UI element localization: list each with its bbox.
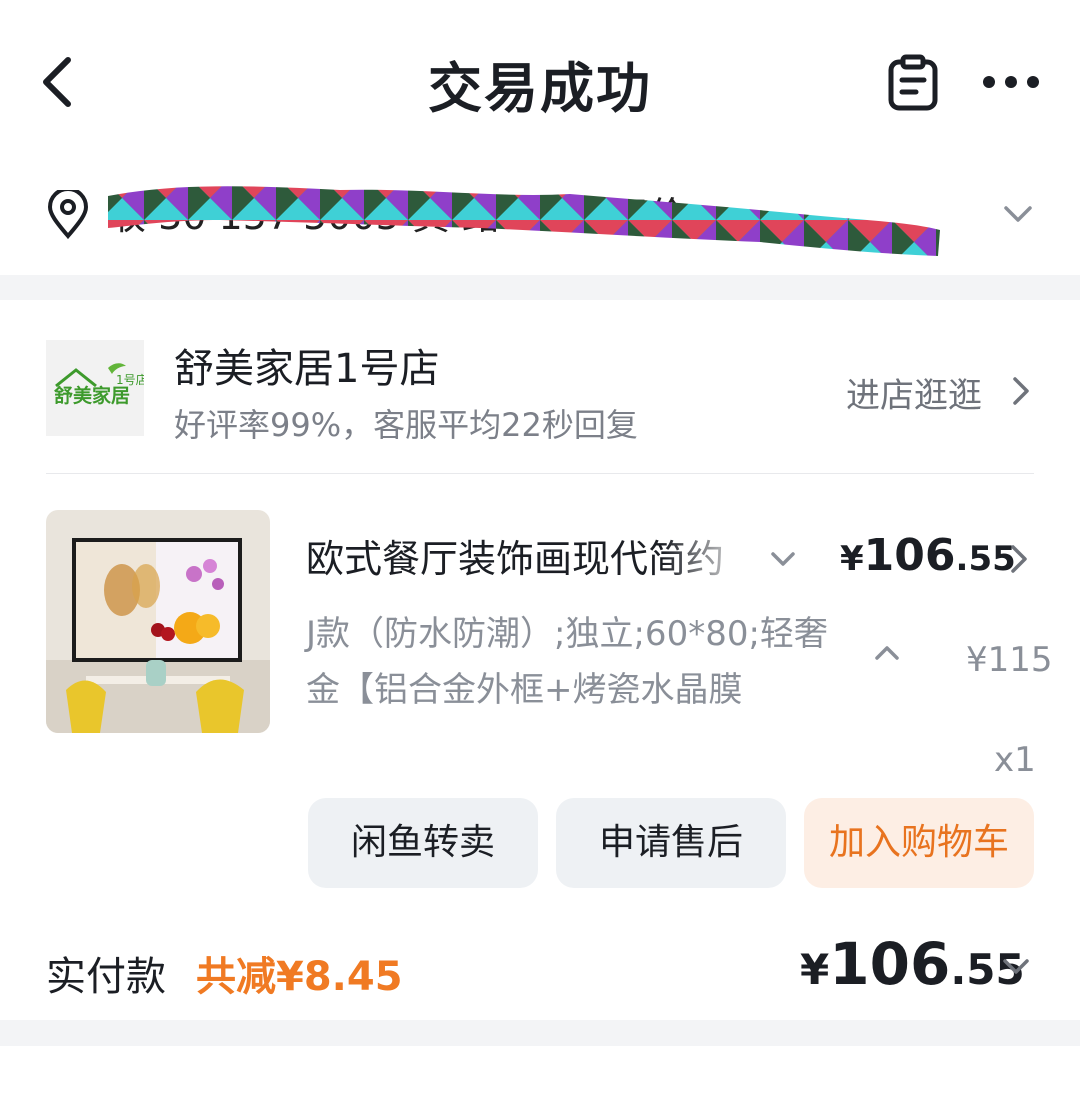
more-dots-icon[interactable] (980, 62, 1042, 102)
product-title[interactable]: 欧式餐厅装饰画现代简约 (306, 528, 752, 583)
add-to-cart-button[interactable]: 加入购物车 (804, 798, 1034, 888)
shop-name[interactable]: 舒美家居1号店 (174, 336, 439, 394)
original-price: ¥115 (966, 640, 1053, 680)
total-paid: ¥106.55 (800, 930, 1025, 998)
chevron-right-icon[interactable] (1010, 374, 1032, 408)
paid-label: 实付款 (46, 954, 166, 1000)
redaction-scribble (100, 176, 946, 266)
svg-text:舒美家居: 舒美家居 (54, 384, 130, 407)
chevron-right-icon[interactable] (1008, 542, 1030, 576)
divider (46, 473, 1034, 474)
chevron-down-icon[interactable] (768, 546, 798, 572)
product-thumbnail[interactable] (46, 510, 270, 733)
quantity: x1 (994, 740, 1036, 780)
clipboard-icon[interactable] (886, 54, 940, 112)
chevron-down-icon[interactable] (1000, 952, 1032, 980)
visit-shop-link[interactable]: 进店逛逛 (846, 368, 982, 417)
next-section-card (0, 1046, 1080, 1106)
shop-logo[interactable]: 1号店 舒美家居 (46, 340, 148, 436)
product-price: ¥106.55 (840, 530, 1016, 581)
chevron-up-icon[interactable] (872, 642, 902, 664)
after-sale-button[interactable]: 申请售后 (556, 798, 786, 888)
chevron-down-icon[interactable] (1000, 198, 1036, 230)
shop-rating-text: 好评率99%，客服平均22秒回复 (174, 406, 638, 444)
discount-text: 共减¥8.45 (196, 954, 403, 1000)
product-spec: J款（防水防潮）;独立;60*80;轻奢金【铝合金外框+烤瓷水晶膜 (306, 614, 828, 710)
page-title: 交易成功 (428, 57, 652, 120)
back-arrow-icon[interactable] (36, 52, 88, 112)
location-pin-icon (46, 187, 90, 240)
resell-button[interactable]: 闲鱼转卖 (308, 798, 538, 888)
